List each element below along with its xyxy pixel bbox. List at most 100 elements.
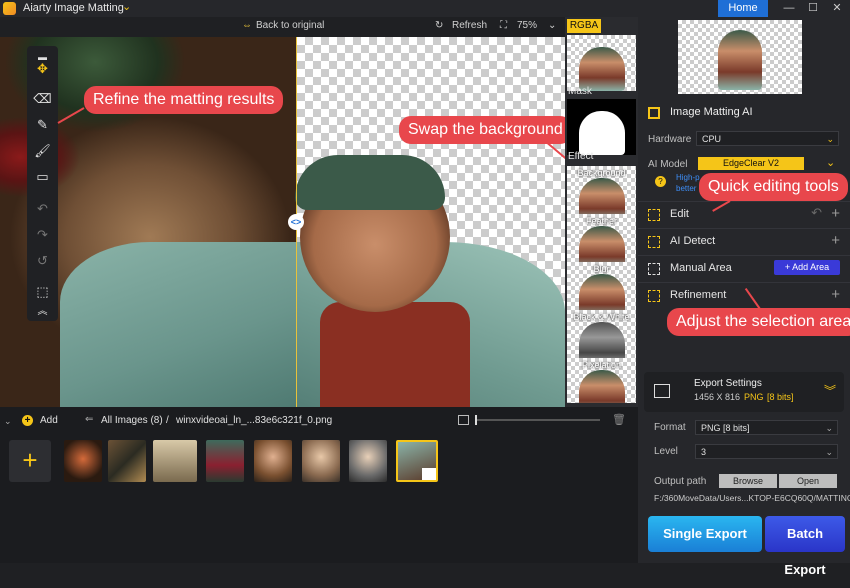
- ai-note-line1: High-p: [676, 173, 700, 182]
- thumbnail-size-icon: [458, 415, 469, 425]
- subject-hat: [295, 155, 445, 210]
- hardware-label: Hardware: [648, 134, 692, 145]
- chevron-down-icon: ⌄: [825, 423, 833, 433]
- undo-icon[interactable]: ↶: [811, 205, 822, 221]
- eraser-icon[interactable]: ⌫: [27, 88, 58, 110]
- batch-export-button[interactable]: Batch Export: [765, 516, 845, 577]
- single-export-button[interactable]: Single Export: [648, 516, 762, 552]
- path-separator: /: [166, 415, 169, 426]
- restore-brush-icon[interactable]: ✎: [27, 114, 58, 136]
- open-button[interactable]: Open: [779, 474, 837, 488]
- format-select[interactable]: PNG [8 bits] ⌄: [695, 420, 838, 435]
- export-settings-icon: [654, 384, 670, 398]
- maximize-button[interactable]: ☐: [802, 0, 824, 17]
- thumbnail-size-slider[interactable]: [475, 419, 600, 421]
- matting-tools-panel: ▬ ✥ ⌫ ✎ 🖌 ▭ ↶ ↷ ↺ ⬚ ︽: [27, 46, 58, 321]
- matting-ai-title: Image Matting AI: [670, 106, 753, 118]
- ai-detect-icon: [648, 236, 660, 248]
- rgba-thumbnail[interactable]: [567, 35, 636, 91]
- compare-slider-handle[interactable]: <>: [288, 214, 304, 230]
- all-images-link[interactable]: All Images (8): [101, 415, 163, 426]
- thumb-woman-dark[interactable]: [349, 440, 387, 482]
- ai-detect-section[interactable]: AI Detect +: [638, 228, 850, 255]
- redo-icon[interactable]: ↷: [27, 224, 58, 246]
- ai-model-label: AI Model: [648, 159, 688, 170]
- browse-button[interactable]: Browse: [719, 474, 777, 488]
- thumb-selected-laughing-woman[interactable]: [396, 440, 438, 482]
- title-bar: Aiarty Image Matting ⌄ Home — ☐ ✕: [0, 0, 850, 17]
- thumb-woman-portrait[interactable]: [302, 440, 340, 482]
- minimize-button[interactable]: —: [778, 0, 800, 17]
- callout-quick: Quick editing tools: [699, 173, 848, 201]
- roller-icon[interactable]: ▭: [27, 166, 58, 188]
- move-tool-icon[interactable]: ✥: [27, 58, 58, 80]
- format-label: Format: [654, 422, 686, 433]
- zoom-chevron-icon[interactable]: ⌄: [548, 20, 556, 31]
- refinement-label: Refinement: [670, 289, 727, 301]
- zoom-level[interactable]: 75%: [517, 20, 537, 31]
- back-arrow-icon[interactable]: ⇐: [85, 414, 93, 425]
- add-button[interactable]: Add: [40, 415, 58, 426]
- level-select[interactable]: 3 ⌄: [695, 444, 838, 459]
- edit-expand-icon[interactable]: +: [831, 205, 840, 222]
- trash-icon[interactable]: 🗑: [612, 413, 626, 426]
- close-button[interactable]: ✕: [826, 0, 848, 17]
- hardware-select[interactable]: CPU ⌄: [696, 131, 839, 146]
- undo-icon[interactable]: ↶: [27, 198, 58, 220]
- app-title: Aiarty Image Matting: [23, 2, 124, 14]
- export-format-short: PNG: [744, 392, 764, 402]
- thumb-bicycle[interactable]: [153, 440, 197, 482]
- refinement-expand-icon[interactable]: +: [831, 286, 840, 303]
- app-logo-icon: [3, 2, 16, 15]
- fit-screen-icon[interactable]: ⬚: [27, 281, 58, 303]
- ai-model-select[interactable]: EdgeClear V2: [698, 157, 804, 170]
- back-icon: ⇔: [242, 20, 252, 31]
- collapse-chevron-icon[interactable]: ︾: [824, 382, 836, 399]
- reset-icon[interactable]: ↺: [27, 250, 58, 272]
- ai-detect-expand-icon[interactable]: +: [831, 232, 840, 249]
- export-settings-header[interactable]: Export Settings 1456 X 816 PNG [8 bits] …: [644, 372, 844, 412]
- add-image-tile[interactable]: +: [9, 440, 51, 482]
- effect-pixelation[interactable]: Pixelation: [567, 358, 636, 403]
- mask-label: Mask: [568, 86, 592, 97]
- callout-refine: Refine the matting results: [84, 86, 284, 114]
- preview-thumbnail: [678, 20, 802, 94]
- add-icon[interactable]: +: [22, 415, 33, 426]
- collapse-icon[interactable]: ︽: [27, 301, 58, 323]
- subject-sweater: [320, 302, 470, 407]
- brush-icon[interactable]: 🖌: [27, 140, 58, 162]
- callout-adjust: Adjust the selection area: [667, 308, 850, 336]
- refinement-icon: [648, 290, 660, 302]
- zoom-icon: ⛶: [500, 20, 507, 31]
- manual-area-label: Manual Area: [670, 262, 732, 274]
- selected-indicator: [422, 468, 436, 480]
- mask-thumbnail[interactable]: [567, 99, 636, 155]
- add-area-button[interactable]: + Add Area: [774, 260, 840, 275]
- back-to-original-button[interactable]: Back to original: [256, 20, 324, 31]
- ai-model-chevron-icon[interactable]: ⌄: [826, 156, 835, 169]
- edit-section[interactable]: Edit ↶ +: [638, 201, 850, 228]
- thumb-jellyfish[interactable]: [64, 440, 102, 482]
- home-button[interactable]: Home: [718, 0, 768, 17]
- chevron-down-icon: ⌄: [825, 447, 833, 457]
- chevron-down-icon[interactable]: ⌄: [122, 0, 131, 13]
- expand-library-icon[interactable]: ⌄: [4, 416, 12, 427]
- manual-area-section[interactable]: Manual Area + Add Area: [638, 255, 850, 282]
- refresh-icon[interactable]: ↻: [435, 20, 443, 31]
- effects-strip: RGBA Mask Effect Background Feather Blur…: [565, 17, 638, 407]
- refresh-button[interactable]: Refresh: [452, 20, 487, 31]
- thumb-woman-red-dress[interactable]: [206, 440, 244, 482]
- export-settings-title: Export Settings: [694, 378, 762, 389]
- rgba-tab[interactable]: RGBA: [567, 19, 601, 33]
- slider-knob[interactable]: [475, 415, 477, 425]
- thumb-woman-flowers[interactable]: [254, 440, 292, 482]
- export-dimensions: 1456 X 816: [694, 392, 741, 402]
- ai-note-line2: better: [676, 184, 697, 193]
- thumb-dragon[interactable]: [108, 440, 146, 482]
- output-path-label: Output path: [654, 476, 707, 487]
- plus-icon: +: [784, 262, 791, 272]
- info-icon: ?: [655, 176, 666, 187]
- canvas-toolbar: ⇔ Back to original ↻ Refresh ⛶ 75% ⌄: [0, 17, 565, 37]
- current-filename: winxvideoai_ln_...83e6c321f_0.png: [176, 415, 333, 426]
- refinement-section[interactable]: Refinement +: [638, 282, 850, 309]
